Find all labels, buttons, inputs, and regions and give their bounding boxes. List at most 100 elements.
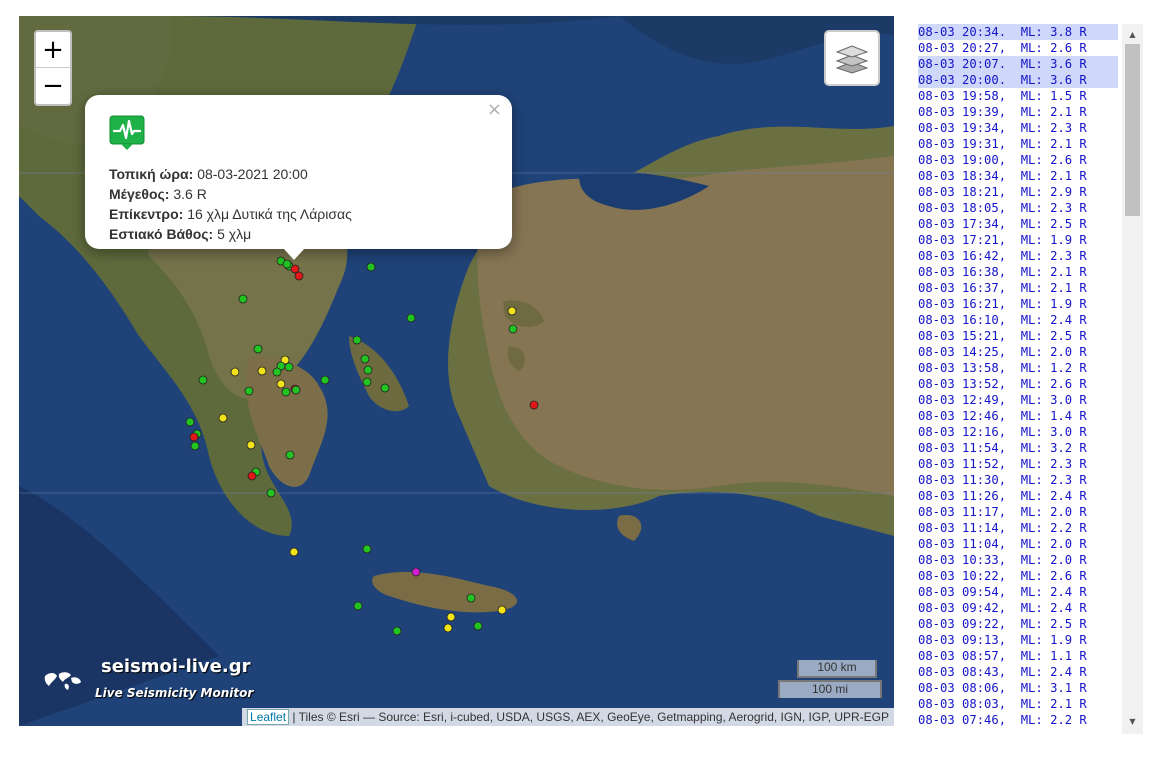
earthquake-list[interactable]: 08-03 20:34. ML: 3.8 R 08-03 20:27, ML: 2… [918,24,1118,734]
seismograph-icon [109,115,145,150]
earthquake-marker[interactable] [363,365,373,375]
earthquake-marker[interactable] [406,313,416,323]
earthquake-marker[interactable] [529,400,539,410]
earthquake-marker[interactable] [244,386,254,396]
earthquake-marker[interactable] [362,377,372,387]
earthquake-marker[interactable] [247,471,257,481]
earthquake-marker[interactable] [189,432,199,442]
quake-list-item[interactable]: 08-03 16:42, ML: 2.3 R [918,248,1118,264]
quake-list-item[interactable]: 08-03 14:25, ML: 2.0 R [918,344,1118,360]
scroll-thumb[interactable] [1125,44,1140,216]
earthquake-marker[interactable] [466,593,476,603]
quake-list-item[interactable]: 08-03 20:27, ML: 2.6 R [918,40,1118,56]
quake-list-item[interactable]: 08-03 08:06, ML: 3.1 R [918,680,1118,696]
earthquake-marker[interactable] [507,306,517,316]
earthquake-marker[interactable] [353,601,363,611]
quake-list-item[interactable]: 08-03 11:26, ML: 2.4 R [918,488,1118,504]
earthquake-marker[interactable] [218,413,228,423]
popup-close-button[interactable]: × [487,99,502,120]
layers-button[interactable] [824,30,880,86]
quake-list-item[interactable]: 08-03 08:57, ML: 1.1 R [918,648,1118,664]
quake-list-item[interactable]: 08-03 10:22, ML: 2.6 R [918,568,1118,584]
earthquake-marker[interactable] [282,259,292,269]
earthquake-marker[interactable] [446,612,456,622]
quake-list-item[interactable]: 08-03 10:33, ML: 2.0 R [918,552,1118,568]
quake-list-item[interactable]: 08-03 18:05, ML: 2.3 R [918,200,1118,216]
quake-list-item[interactable]: 08-03 09:13, ML: 1.9 R [918,632,1118,648]
earthquake-marker[interactable] [411,567,421,577]
quake-list-item[interactable]: 08-03 16:37, ML: 2.1 R [918,280,1118,296]
quake-list-item[interactable]: 08-03 16:21, ML: 1.9 R [918,296,1118,312]
quake-list-item[interactable]: 08-03 19:39, ML: 2.1 R [918,104,1118,120]
quake-list-item[interactable]: 08-03 11:54, ML: 3.2 R [918,440,1118,456]
quake-list-item[interactable]: 08-03 09:22, ML: 2.5 R [918,616,1118,632]
earthquake-marker[interactable] [284,362,294,372]
quake-list-item[interactable]: 08-03 20:00. ML: 3.6 R [918,72,1118,88]
zoom-out-button[interactable]: − [36,68,70,104]
quake-list-item[interactable]: 08-03 16:38, ML: 2.1 R [918,264,1118,280]
quake-list-item[interactable]: 08-03 16:10, ML: 2.4 R [918,312,1118,328]
earthquake-marker[interactable] [392,626,402,636]
earthquake-marker[interactable] [443,623,453,633]
earthquake-marker[interactable] [272,367,282,377]
earthquake-marker[interactable] [352,335,362,345]
quake-list-item[interactable]: 08-03 09:54, ML: 2.4 R [918,584,1118,600]
quake-list-item[interactable]: 08-03 13:58, ML: 1.2 R [918,360,1118,376]
quake-list-item[interactable]: 08-03 09:42, ML: 2.4 R [918,600,1118,616]
earthquake-marker[interactable] [497,605,507,615]
earthquake-marker[interactable] [190,441,200,451]
quake-list-item[interactable]: 08-03 12:46, ML: 1.4 R [918,408,1118,424]
quake-list-item[interactable]: 08-03 20:07. ML: 3.6 R [918,56,1118,72]
quake-list-item[interactable]: 08-03 08:03, ML: 2.1 R [918,696,1118,712]
quake-list-item[interactable]: 08-03 20:34. ML: 3.8 R [918,24,1118,40]
quake-list-item[interactable]: 08-03 19:34, ML: 2.3 R [918,120,1118,136]
quake-list-item[interactable]: 08-03 17:34, ML: 2.5 R [918,216,1118,232]
earthquake-marker[interactable] [238,294,248,304]
quake-list-item[interactable]: 08-03 07:46, ML: 2.2 R [918,712,1118,728]
earthquake-marker[interactable] [289,547,299,557]
quake-list-item[interactable]: 08-03 11:52, ML: 2.3 R [918,456,1118,472]
earthquake-marker[interactable] [366,262,376,272]
scroll-down-arrow[interactable]: ▼ [1122,713,1143,730]
earthquake-marker[interactable] [294,271,304,281]
quake-list-item[interactable]: 08-03 08:43, ML: 2.4 R [918,664,1118,680]
quake-list-item[interactable]: 08-03 18:21, ML: 2.9 R [918,184,1118,200]
leaflet-link[interactable]: Leaflet [247,709,290,725]
scroll-up-arrow[interactable]: ▲ [1122,26,1143,43]
quake-list-item[interactable]: 08-03 19:31, ML: 2.1 R [918,136,1118,152]
quake-list-item[interactable]: 08-03 18:34, ML: 2.1 R [918,168,1118,184]
earthquake-marker[interactable] [508,324,518,334]
quake-list-item[interactable]: 08-03 15:21, ML: 2.5 R [918,328,1118,344]
quake-list-item[interactable]: 08-03 11:30, ML: 2.3 R [918,472,1118,488]
world-map-icon [44,672,81,690]
earthquake-marker[interactable] [380,383,390,393]
earthquake-list-scrollbar[interactable]: ▲ ▼ [1122,24,1143,734]
earthquake-marker[interactable] [276,379,286,389]
earthquake-marker[interactable] [266,488,276,498]
earthquake-marker[interactable] [291,385,301,395]
quake-list-item[interactable]: 08-03 12:49, ML: 3.0 R [918,392,1118,408]
seismic-map[interactable]: + − × Τοπική ώρα: 08-03-2021 20:00 Μέγεθ… [19,16,894,726]
scale-control: 100 km 100 mi [778,660,882,698]
earthquake-marker[interactable] [253,344,263,354]
quake-list-item[interactable]: 08-03 11:04, ML: 2.0 R [918,536,1118,552]
earthquake-marker[interactable] [360,354,370,364]
earthquake-marker[interactable] [198,375,208,385]
quake-list-item[interactable]: 08-03 11:17, ML: 2.0 R [918,504,1118,520]
earthquake-marker[interactable] [230,367,240,377]
quake-list-item[interactable]: 08-03 13:52, ML: 2.6 R [918,376,1118,392]
earthquake-marker[interactable] [281,387,291,397]
quake-list-item[interactable]: 08-03 19:58, ML: 1.5 R [918,88,1118,104]
earthquake-marker[interactable] [257,366,267,376]
quake-list-item[interactable]: 08-03 11:14, ML: 2.2 R [918,520,1118,536]
quake-list-item[interactable]: 08-03 17:21, ML: 1.9 R [918,232,1118,248]
quake-list-item[interactable]: 08-03 12:16, ML: 3.0 R [918,424,1118,440]
quake-list-item[interactable]: 08-03 19:00, ML: 2.6 R [918,152,1118,168]
earthquake-marker[interactable] [285,450,295,460]
earthquake-marker[interactable] [362,544,372,554]
earthquake-marker[interactable] [320,375,330,385]
zoom-in-button[interactable]: + [36,32,70,68]
earthquake-marker[interactable] [185,417,195,427]
earthquake-marker[interactable] [246,440,256,450]
earthquake-marker[interactable] [473,621,483,631]
